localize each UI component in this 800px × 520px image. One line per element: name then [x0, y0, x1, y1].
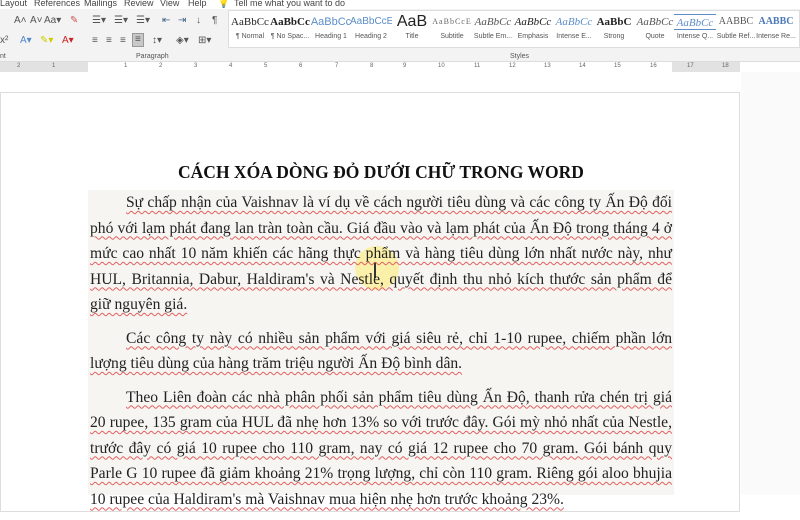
numbering-icon[interactable]: ☰▾: [114, 15, 128, 27]
paragraph-1[interactable]: Sự chấp nhận của Vaishnav là ví dụ về cá…: [90, 190, 672, 318]
font-color-icon[interactable]: A▾: [62, 35, 74, 47]
style-emphasis[interactable]: AaBbCc Emphasis: [512, 14, 554, 40]
paragraph-group-label: Paragraph: [136, 53, 169, 60]
align-center-icon[interactable]: ≡: [106, 35, 112, 47]
style-heading-2[interactable]: AaBbCcE Heading 2: [350, 14, 392, 40]
paragraph-3[interactable]: Theo Liên đoàn các nhà phân phối sản phẩ…: [90, 385, 672, 513]
horizontal-ruler[interactable]: 21 12 34 56 78 9 10 11 12 13 14 15 16 17 18: [0, 62, 740, 72]
tab-mailings[interactable]: Mailings: [84, 0, 117, 8]
style-intense-quote[interactable]: AaBbCc Intense Q...: [674, 14, 716, 40]
document-background: [741, 72, 800, 495]
style-intense-emphasis[interactable]: AaBbCc Intense E...: [553, 14, 595, 40]
show-marks-icon[interactable]: ¶: [212, 15, 217, 27]
borders-icon[interactable]: ⊞▾: [198, 35, 211, 47]
style-subtle-reference[interactable]: AABBC Subtle Ref...: [715, 14, 757, 40]
sort-icon[interactable]: ↓: [196, 15, 201, 27]
shading-icon[interactable]: ◈▾: [176, 35, 189, 47]
tab-view[interactable]: View: [160, 0, 179, 8]
bullets-icon[interactable]: ☰▾: [92, 15, 106, 27]
ribbon: A˄ A˅ Aa▾ ✎ x² A▾ ✎▾ A▾ nt ☰▾ ☰▾ ☰▾ ⇤ ⇥ …: [0, 9, 800, 62]
style-quote[interactable]: AaBbCc Quote: [634, 14, 676, 40]
style-heading-1[interactable]: AaBbCc Heading 1: [310, 14, 352, 40]
line-spacing-icon[interactable]: ↕▾: [152, 35, 162, 47]
tell-me-search[interactable]: Tell me what you want to do: [234, 0, 345, 8]
tab-review[interactable]: Review: [124, 0, 154, 8]
justify-icon[interactable]: ≡: [132, 33, 144, 47]
styles-gallery: AaBbCc ¶ Normal AaBbCc ¶ No Spac... AaBbCc…: [228, 10, 800, 48]
multilevel-list-icon[interactable]: ☰▾: [136, 15, 150, 27]
decrease-indent-icon[interactable]: ⇤: [162, 15, 170, 27]
increase-indent-icon[interactable]: ⇥: [178, 15, 186, 27]
style-title[interactable]: AaB Title: [391, 14, 433, 40]
style-subtle-emphasis[interactable]: AaBbCc Subtle Em...: [472, 14, 514, 40]
tab-help[interactable]: Help: [188, 0, 207, 8]
style-subtitle[interactable]: AaBbCcE Subtitle: [431, 14, 473, 40]
grow-font-icon[interactable]: A˄: [14, 15, 27, 27]
document-title[interactable]: CÁCH XÓA DÒNG ĐỎ DƯỚI CHỮ TRONG WORD: [90, 162, 672, 183]
style-intense-reference[interactable]: AABBC Intense Re...: [755, 14, 797, 40]
style-no-spacing[interactable]: AaBbCc ¶ No Spac...: [269, 14, 311, 40]
shrink-font-icon[interactable]: A˅: [30, 15, 43, 27]
change-case-icon[interactable]: Aa▾: [44, 15, 61, 27]
document-body[interactable]: Sự chấp nhận của Vaishnav là ví dụ về cá…: [88, 190, 674, 520]
style-strong[interactable]: AaBbC Strong: [593, 14, 635, 40]
paragraph-2[interactable]: Các công ty này có nhiều sản phẩm với gi…: [90, 326, 672, 377]
lightbulb-icon: 💡: [218, 0, 230, 8]
font-group-label: nt: [0, 53, 6, 60]
styles-group-label: Styles: [510, 53, 530, 60]
text-effects-icon[interactable]: A▾: [20, 35, 32, 47]
align-right-icon[interactable]: ≡: [120, 35, 126, 47]
clear-format-icon[interactable]: ✎: [70, 15, 78, 27]
align-left-icon[interactable]: ≡: [92, 35, 98, 47]
style-normal[interactable]: AaBbCc ¶ Normal: [229, 14, 271, 40]
tab-layout[interactable]: Layout: [0, 0, 27, 8]
highlight-icon[interactable]: ✎▾: [40, 35, 53, 47]
tab-references[interactable]: References: [34, 0, 80, 8]
superscript-icon[interactable]: x²: [0, 35, 8, 47]
